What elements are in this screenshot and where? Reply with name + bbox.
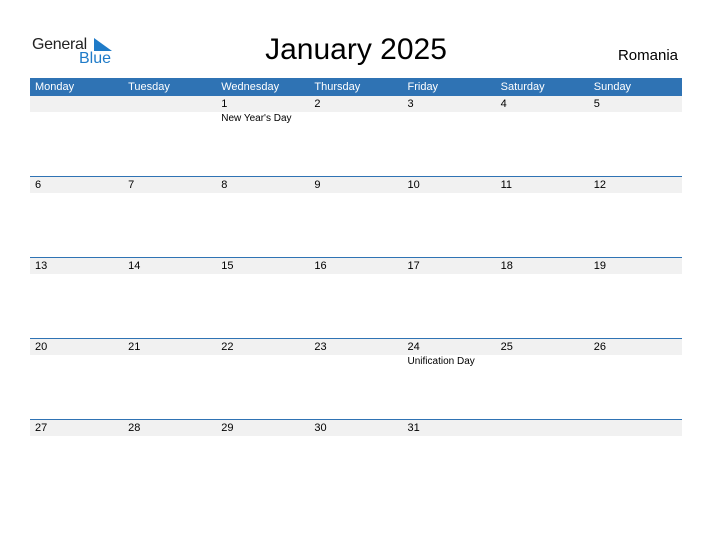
day-cell: 22	[216, 339, 309, 418]
week-cells: 27 28 29 30 31	[30, 420, 682, 499]
day-number: 5	[593, 98, 600, 110]
day-cell: 5	[589, 96, 682, 175]
day-number: 15	[221, 260, 234, 272]
day-number: 20	[35, 341, 48, 353]
day-number: 29	[221, 422, 234, 434]
day-cell: 18	[496, 258, 589, 337]
day-cell: 25	[496, 339, 589, 418]
day-cell: 8	[216, 177, 309, 256]
day-cell	[589, 420, 682, 499]
day-number	[128, 96, 216, 112]
day-number: 11	[500, 179, 513, 191]
day-number: 14	[128, 260, 141, 272]
day-number: 9	[314, 179, 321, 191]
day-number: 24	[407, 341, 420, 353]
week-cells: 13 14 15 16 17 18 19	[30, 258, 682, 337]
day-number: 10	[407, 179, 420, 191]
weekday-friday: Friday	[407, 81, 439, 93]
day-cell: 24 Unification Day	[403, 339, 496, 418]
day-cell: 20	[30, 339, 123, 418]
weekday-header: Monday Tuesday Wednesday Thursday Friday…	[30, 78, 682, 96]
day-cell: 31	[403, 420, 496, 499]
week-row: 13 14 15 16 17 18 19	[30, 257, 682, 338]
day-number	[501, 420, 589, 436]
day-number: 13	[35, 260, 48, 272]
day-cell: 2	[309, 96, 402, 175]
week-row: 27 28 29 30 31	[30, 419, 682, 500]
weekday-sunday: Sunday	[593, 81, 632, 93]
week-cells: 1 New Year's Day 2 3 4 5	[30, 96, 682, 175]
day-number: 26	[593, 341, 606, 353]
day-number: 1	[221, 98, 228, 110]
day-number: 28	[128, 422, 141, 434]
day-cell: 7	[123, 177, 216, 256]
day-number	[594, 420, 682, 436]
day-number: 17	[407, 260, 420, 272]
day-cell	[30, 96, 123, 175]
day-cell: 21	[123, 339, 216, 418]
day-number	[35, 96, 123, 112]
day-cell: 28	[123, 420, 216, 499]
day-number: 12	[593, 179, 606, 191]
week-row: 20 21 22 23 24 Unification Day 25 26	[30, 338, 682, 419]
day-cell: 3	[403, 96, 496, 175]
day-cell: 30	[309, 420, 402, 499]
day-number: 27	[35, 422, 48, 434]
day-number: 30	[314, 422, 327, 434]
day-cell: 15	[216, 258, 309, 337]
weekday-saturday: Saturday	[500, 81, 545, 93]
day-number: 31	[407, 422, 420, 434]
day-number: 7	[128, 179, 135, 191]
day-number: 21	[128, 341, 141, 353]
day-cell: 23	[309, 339, 402, 418]
day-cell: 13	[30, 258, 123, 337]
day-number: 8	[221, 179, 228, 191]
day-cell	[496, 420, 589, 499]
day-number: 22	[221, 341, 234, 353]
weekday-tuesday: Tuesday	[128, 81, 170, 93]
week-cells: 20 21 22 23 24 Unification Day 25 26	[30, 339, 682, 418]
holiday-label: Unification Day	[407, 356, 475, 367]
week-row: 6 7 8 9 10 11 12	[30, 176, 682, 257]
day-number: 3	[407, 98, 414, 110]
day-cell: 10	[403, 177, 496, 256]
day-cell: 29	[216, 420, 309, 499]
day-number: 4	[500, 98, 507, 110]
day-number: 18	[500, 260, 513, 272]
day-cell: 17	[403, 258, 496, 337]
day-number: 25	[500, 341, 513, 353]
page-title: January 2025	[265, 33, 447, 66]
day-cell: 26	[589, 339, 682, 418]
weekday-monday: Monday	[35, 81, 75, 93]
day-number: 16	[314, 260, 327, 272]
calendar-grid: Monday Tuesday Wednesday Thursday Friday…	[30, 78, 682, 500]
day-cell: 19	[589, 258, 682, 337]
day-cell: 14	[123, 258, 216, 337]
day-number: 19	[593, 260, 606, 272]
weekday-wednesday: Wednesday	[221, 81, 280, 93]
day-number: 23	[314, 341, 327, 353]
day-cell: 27	[30, 420, 123, 499]
day-cell: 11	[496, 177, 589, 256]
day-number: 6	[35, 179, 42, 191]
day-cell: 6	[30, 177, 123, 256]
week-cells: 6 7 8 9 10 11 12	[30, 177, 682, 256]
day-cell: 1 New Year's Day	[216, 96, 309, 175]
weekday-thursday: Thursday	[314, 81, 361, 93]
day-cell: 9	[309, 177, 402, 256]
day-number: 2	[314, 98, 321, 110]
day-cell: 4	[496, 96, 589, 175]
day-cell	[123, 96, 216, 175]
country-label: Romania	[617, 47, 678, 64]
day-cell: 16	[309, 258, 402, 337]
week-row: 1 New Year's Day 2 3 4 5	[30, 96, 682, 176]
holiday-label: New Year's Day	[221, 113, 292, 124]
day-cell: 12	[589, 177, 682, 256]
